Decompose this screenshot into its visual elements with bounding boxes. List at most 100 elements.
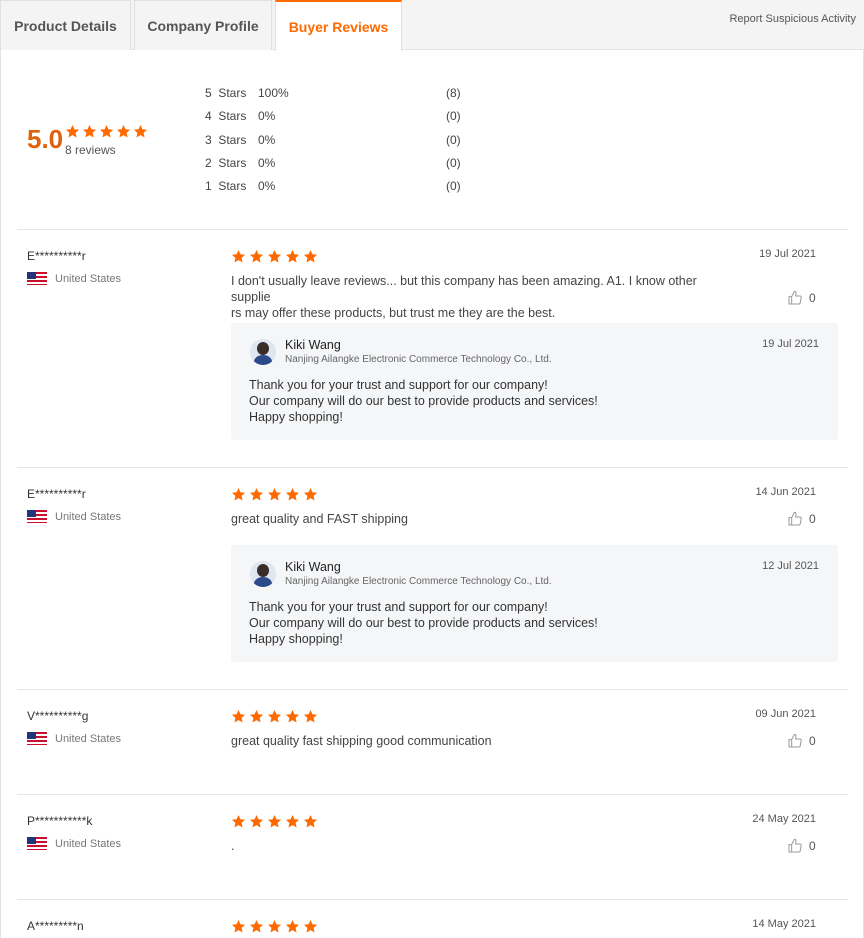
rating-percent: 0% xyxy=(258,132,276,147)
divider xyxy=(17,794,848,795)
thumbs-up-icon xyxy=(787,290,809,306)
star-icon xyxy=(267,487,282,502)
divider xyxy=(17,467,848,468)
us-flag-icon xyxy=(27,272,47,285)
helpful-count: 0 xyxy=(809,839,816,853)
star-icon xyxy=(231,919,246,934)
review-text: . xyxy=(231,838,736,854)
review-date: 14 May 2021 xyxy=(752,918,816,930)
star-icon xyxy=(249,814,264,829)
reply-text-line: Our company will do our best to provide … xyxy=(249,394,598,408)
review-text-line: rs may offer these products, but trust m… xyxy=(231,306,556,320)
reply-text-line: Thank you for your trust and support for… xyxy=(249,600,548,614)
tab-bar: Product Details Company Profile Buyer Re… xyxy=(0,0,864,51)
tab-product-details[interactable]: Product Details xyxy=(0,0,131,50)
tab-company-profile[interactable]: Company Profile xyxy=(134,0,272,50)
reviewer-country: United States xyxy=(27,837,121,850)
average-score: 5.0 xyxy=(27,124,64,154)
divider xyxy=(17,899,848,900)
review-date: 19 Jul 2021 xyxy=(759,248,816,260)
star-icon xyxy=(303,919,318,934)
rating-count: (8) xyxy=(446,86,461,100)
rating-count: (0) xyxy=(446,155,461,170)
rating-level-label: 3 Stars xyxy=(205,132,247,147)
reply-date: 19 Jul 2021 xyxy=(762,338,819,350)
tab-label: Product Details xyxy=(14,17,117,34)
seller-company: Nanjing Ailangke Electronic Commerce Tec… xyxy=(285,354,552,365)
star-icon xyxy=(65,124,80,139)
reply-text: Thank you for your trust and support for… xyxy=(249,377,598,425)
star-icon xyxy=(303,249,318,264)
star-icon xyxy=(303,814,318,829)
review-text-line: . xyxy=(231,839,235,853)
star-icon xyxy=(267,249,282,264)
review-rating-stars xyxy=(231,249,318,264)
seller-name: Kiki Wang xyxy=(285,560,341,574)
reviewer-country: United States xyxy=(27,732,121,745)
star-icon xyxy=(303,709,318,724)
divider xyxy=(17,229,848,230)
rating-count: (0) xyxy=(446,132,461,147)
helpful-button[interactable]: 0 xyxy=(787,511,816,527)
tab-label: Company Profile xyxy=(147,17,259,34)
rating-count: (0) xyxy=(446,179,461,194)
rating-percent: 0% xyxy=(258,179,276,194)
star-icon xyxy=(231,814,246,829)
helpful-button[interactable]: 0 xyxy=(787,733,816,749)
helpful-button[interactable]: 0 xyxy=(787,290,816,306)
review-text-line: great quality and FAST shipping xyxy=(231,512,408,526)
report-suspicious-activity-link[interactable]: Report Suspicious Activity xyxy=(729,13,856,25)
reply-text-line: Our company will do our best to provide … xyxy=(249,616,598,630)
review-rating-stars xyxy=(231,709,318,724)
reviewer-country: United States xyxy=(27,272,121,285)
rating-percent: 100% xyxy=(258,86,289,100)
review-text: great quality fast shipping good communi… xyxy=(231,733,736,749)
reply-date: 12 Jul 2021 xyxy=(762,560,819,572)
reply-text-line: Thank you for your trust and support for… xyxy=(249,378,548,392)
reply-text-line: Happy shopping! xyxy=(249,632,343,646)
rating-level-label: 2 Stars xyxy=(205,155,247,170)
rating-count: (0) xyxy=(446,109,461,124)
reviewer-name: E**********r xyxy=(27,249,86,263)
star-icon xyxy=(82,124,97,139)
star-icon xyxy=(249,249,264,264)
rating-level-label: 5 Stars xyxy=(205,86,247,100)
review-date: 14 Jun 2021 xyxy=(755,486,816,498)
avatar xyxy=(250,561,276,587)
us-flag-icon xyxy=(27,732,47,745)
tab-buyer-reviews[interactable]: Buyer Reviews xyxy=(275,0,402,51)
star-icon xyxy=(285,919,300,934)
seller-reply: Kiki Wang Nanjing Ailangke Electronic Com… xyxy=(231,545,838,662)
review-rating-stars xyxy=(231,814,318,829)
seller-name: Kiki Wang xyxy=(285,338,341,352)
rating-percent: 0% xyxy=(258,155,276,170)
reviewer-country: United States xyxy=(27,510,121,523)
review-text: great quality and FAST shipping xyxy=(231,511,736,527)
thumbs-up-icon xyxy=(787,838,809,854)
review-text: I don't usually leave reviews... but thi… xyxy=(231,273,736,321)
helpful-count: 0 xyxy=(809,291,816,305)
star-icon xyxy=(231,709,246,724)
reviewer-name: P***********k xyxy=(27,814,93,828)
review-rating-stars xyxy=(231,919,318,934)
star-icon xyxy=(267,709,282,724)
thumbs-up-icon xyxy=(787,511,809,527)
star-icon xyxy=(285,487,300,502)
star-icon xyxy=(249,487,264,502)
star-icon xyxy=(231,249,246,264)
helpful-count: 0 xyxy=(809,512,816,526)
seller-company: Nanjing Ailangke Electronic Commerce Tec… xyxy=(285,576,552,587)
review-rating-stars xyxy=(231,487,318,502)
reviews-panel xyxy=(0,50,864,938)
thumbs-up-icon xyxy=(787,733,809,749)
star-icon xyxy=(285,709,300,724)
review-date: 24 May 2021 xyxy=(752,813,816,825)
helpful-button[interactable]: 0 xyxy=(787,838,816,854)
review-text-line: I don't usually leave reviews... but thi… xyxy=(231,274,697,304)
country-name: United States xyxy=(55,837,122,850)
divider xyxy=(17,689,848,690)
reviewer-name: V**********g xyxy=(27,709,89,723)
country-name: United States xyxy=(55,732,122,745)
star-icon xyxy=(249,709,264,724)
rating-percent: 0% xyxy=(258,109,276,124)
